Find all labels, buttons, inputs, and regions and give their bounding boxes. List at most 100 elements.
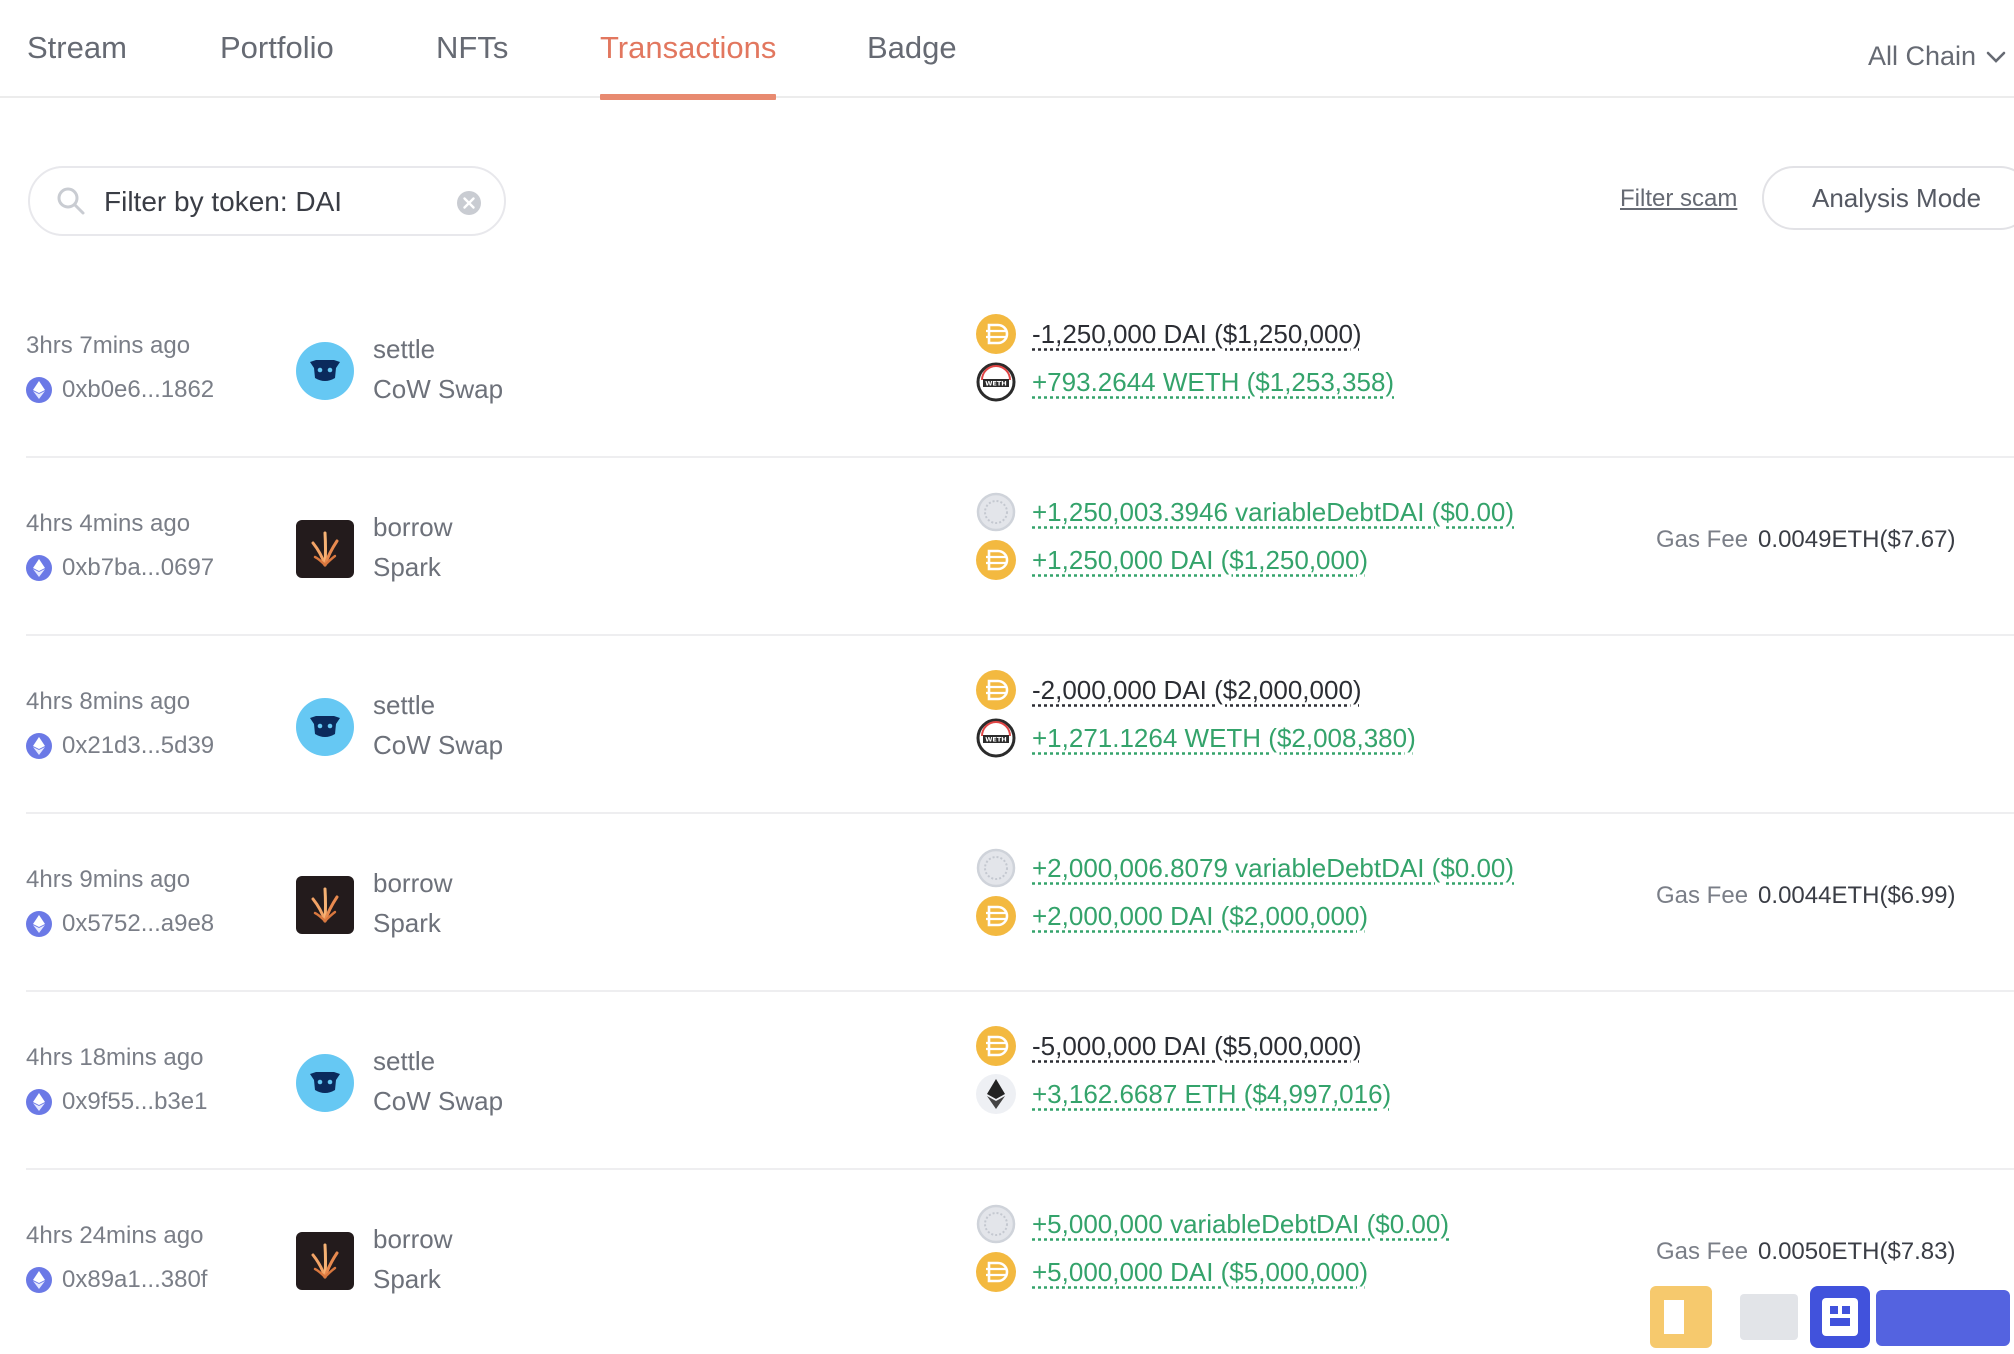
token-filter-box[interactable] <box>28 166 506 236</box>
token-amount[interactable]: -1,250,000 DAI ($1,250,000) <box>1032 319 1362 350</box>
analysis-mode-button[interactable]: Analysis Mode <box>1762 166 2014 230</box>
tx-hash: 0x9f55...b3e1 <box>62 1088 208 1115</box>
tab-label: Transactions <box>600 30 777 65</box>
token-transfer: WETH +1,271.1264 WETH ($2,008,380) <box>976 718 1416 758</box>
watermark-logo <box>1650 1286 2010 1348</box>
ethereum-chain-icon <box>26 1267 52 1293</box>
chain-selector[interactable]: All Chain <box>1868 41 2006 72</box>
svg-text:WETH: WETH <box>985 380 1006 388</box>
token-amount[interactable]: +1,250,003.3946 variableDebtDAI ($0.00) <box>1032 497 1514 528</box>
token-amount[interactable]: +2,000,000 DAI ($2,000,000) <box>1032 901 1368 932</box>
cow-swap-icon[interactable] <box>296 1054 354 1112</box>
variable-debt-dai-icon <box>976 492 1016 532</box>
token-amount[interactable]: -5,000,000 DAI ($5,000,000) <box>1032 1031 1362 1062</box>
dai-icon <box>976 314 1016 354</box>
tab-badge[interactable]: Badge <box>867 30 957 98</box>
tx-hash-link[interactable]: 0x89a1...380f <box>26 1266 207 1294</box>
tx-hash: 0x21d3...5d39 <box>62 732 215 759</box>
tab-label: Portfolio <box>220 30 334 65</box>
chain-selector-label: All Chain <box>1867 41 1976 71</box>
token-amount[interactable]: +3,162.6687 ETH ($4,997,016) <box>1032 1079 1391 1110</box>
gas-fee-label: Gas Fee <box>1656 1238 1749 1265</box>
tx-time: 3hrs 7mins ago <box>26 332 191 359</box>
gas-fee-label: Gas Fee <box>1656 882 1749 909</box>
token-transfer: +2,000,000 DAI ($2,000,000) <box>976 896 1368 936</box>
tx-time: 4hrs 8mins ago <box>26 688 191 715</box>
gas-fee: Gas Fee 0.0050ETH($7.83) <box>1656 1238 1956 1266</box>
ethereum-chain-icon <box>26 911 52 937</box>
token-transfer: -5,000,000 DAI ($5,000,000) <box>976 1026 1362 1066</box>
token-transfer: +5,000,000 DAI ($5,000,000) <box>976 1252 1368 1292</box>
tx-protocol[interactable]: CoW Swap <box>373 1086 503 1117</box>
dai-icon <box>976 670 1016 710</box>
transaction-row: 4hrs 4mins ago 0xb7ba...0697 borrow Spark <box>26 458 2014 636</box>
tab-transactions[interactable]: Transactions <box>600 30 777 100</box>
tab-label: Stream <box>27 30 127 65</box>
gas-fee-label: Gas Fee <box>1656 526 1749 553</box>
top-nav: Stream Portfolio NFTs Transactions Badge… <box>0 0 2014 100</box>
transaction-row: 4hrs 8mins ago 0x21d3...5d39 settle CoW S… <box>26 636 2014 814</box>
dai-icon <box>976 540 1016 580</box>
ethereum-chain-icon <box>26 733 52 759</box>
cow-swap-icon[interactable] <box>296 342 354 400</box>
tx-time: 4hrs 24mins ago <box>26 1222 204 1249</box>
tx-action: borrow <box>373 1224 453 1254</box>
tx-action: borrow <box>373 512 453 542</box>
tx-protocol[interactable]: CoW Swap <box>373 730 503 761</box>
token-transfer: +2,000,006.8079 variableDebtDAI ($0.00) <box>976 848 1514 888</box>
ethereum-chain-icon <box>26 1089 52 1115</box>
cow-swap-icon[interactable] <box>296 698 354 756</box>
token-amount[interactable]: +793.2644 WETH ($1,253,358) <box>1032 367 1394 398</box>
spark-icon[interactable] <box>296 520 354 578</box>
tx-hash-link[interactable]: 0x5752...a9e8 <box>26 910 214 938</box>
svg-text:WETH: WETH <box>985 736 1006 744</box>
dai-icon <box>976 1252 1016 1292</box>
chevron-down-icon <box>1986 51 2006 63</box>
search-icon <box>57 187 85 215</box>
token-transfer: -1,250,000 DAI ($1,250,000) <box>976 314 1362 354</box>
ethereum-chain-icon <box>26 377 52 403</box>
token-amount[interactable]: +1,250,000 DAI ($1,250,000) <box>1032 545 1368 576</box>
spark-icon[interactable] <box>296 1232 354 1290</box>
tx-action: borrow <box>373 868 453 898</box>
tx-action: settle <box>373 690 436 720</box>
tab-label: Badge <box>867 30 957 65</box>
tx-hash-link[interactable]: 0xb7ba...0697 <box>26 554 214 582</box>
tx-protocol[interactable]: Spark <box>373 1264 441 1295</box>
ethereum-chain-icon <box>26 555 52 581</box>
tx-hash: 0x89a1...380f <box>62 1266 208 1293</box>
tx-protocol[interactable]: Spark <box>373 552 441 583</box>
dai-icon <box>976 1026 1016 1066</box>
clear-icon[interactable] <box>456 190 482 216</box>
tx-hash-link[interactable]: 0xb0e6...1862 <box>26 376 214 404</box>
filter-scam-link[interactable]: Filter scam <box>1620 185 1737 213</box>
gas-fee-value: 0.0044ETH($6.99) <box>1758 882 1956 909</box>
eth-icon <box>976 1074 1016 1114</box>
token-amount[interactable]: -2,000,000 DAI ($2,000,000) <box>1032 675 1362 706</box>
variable-debt-dai-icon <box>976 848 1016 888</box>
tx-protocol[interactable]: Spark <box>373 908 441 939</box>
spark-icon[interactable] <box>296 876 354 934</box>
tx-protocol[interactable]: CoW Swap <box>373 374 503 405</box>
gas-fee-value: 0.0049ETH($7.67) <box>1758 526 1956 553</box>
tx-hash-link[interactable]: 0x9f55...b3e1 <box>26 1088 207 1116</box>
token-amount[interactable]: +2,000,006.8079 variableDebtDAI ($0.00) <box>1032 853 1514 884</box>
token-filter-input[interactable] <box>102 180 446 224</box>
tx-time: 4hrs 4mins ago <box>26 510 191 537</box>
tab-stream[interactable]: Stream <box>27 30 127 98</box>
token-amount[interactable]: +5,000,000 variableDebtDAI ($0.00) <box>1032 1209 1449 1240</box>
token-amount[interactable]: +1,271.1264 WETH ($2,008,380) <box>1032 723 1416 754</box>
weth-icon: WETH <box>976 362 1016 402</box>
gas-fee: Gas Fee 0.0044ETH($6.99) <box>1656 882 1956 910</box>
dai-icon <box>976 896 1016 936</box>
active-tab-indicator <box>600 94 777 100</box>
token-amount[interactable]: +5,000,000 DAI ($5,000,000) <box>1032 1257 1368 1288</box>
tx-hash-link[interactable]: 0x21d3...5d39 <box>26 732 214 760</box>
token-transfer: +1,250,000 DAI ($1,250,000) <box>976 540 1368 580</box>
tx-hash: 0x5752...a9e8 <box>62 910 215 937</box>
gas-fee: Gas Fee 0.0049ETH($7.67) <box>1656 526 1956 554</box>
tab-nfts[interactable]: NFTs <box>436 30 508 98</box>
tab-portfolio[interactable]: Portfolio <box>220 30 334 98</box>
token-transfer: +3,162.6687 ETH ($4,997,016) <box>976 1074 1391 1114</box>
tx-action: settle <box>373 334 436 364</box>
